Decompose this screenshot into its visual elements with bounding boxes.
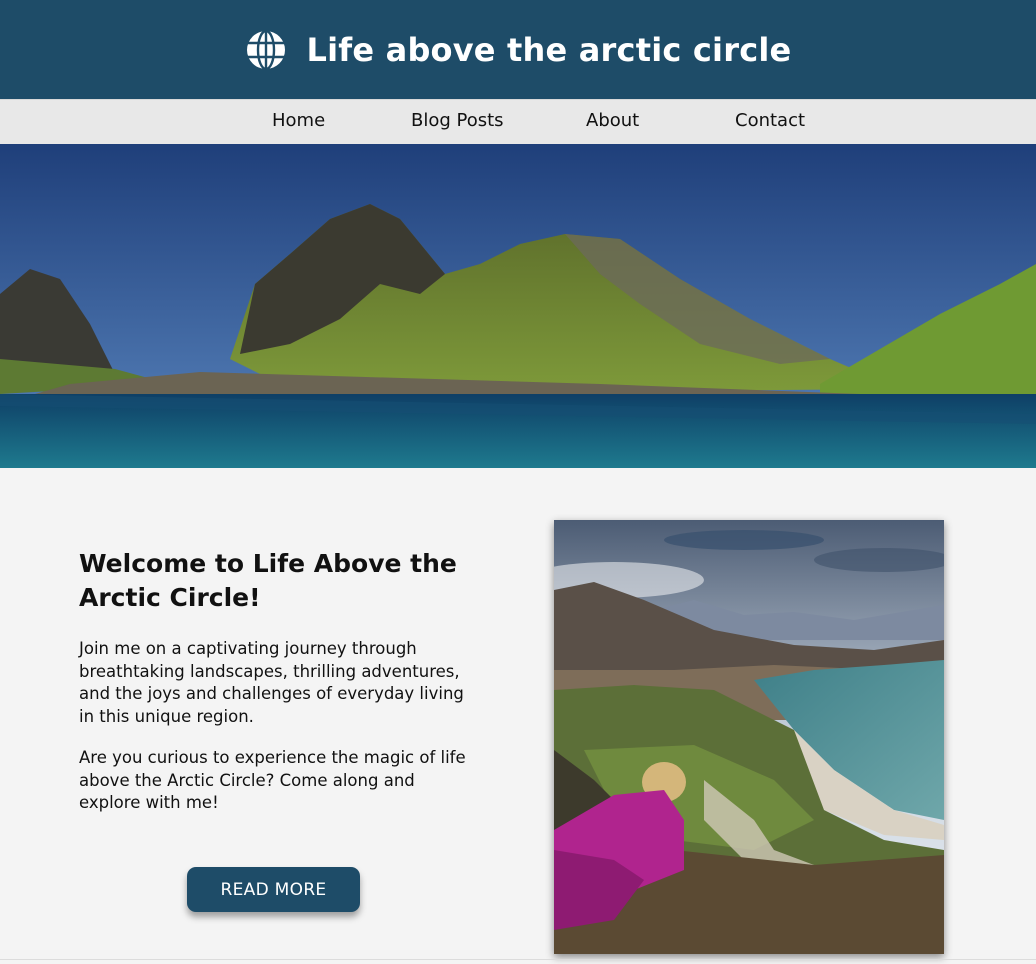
- nav-blog-posts-link[interactable]: Blog Posts: [411, 110, 504, 131]
- invite-paragraph: Are you curious to experience the magic …: [79, 748, 466, 812]
- welcome-heading: Welcome to Life Above the Arctic Circle!: [79, 549, 457, 612]
- globe-icon: [246, 29, 285, 70]
- traveler-photo: [554, 520, 944, 954]
- main-nav: Home Blog Posts About Contact: [0, 99, 1036, 144]
- nav-home-link[interactable]: Home: [272, 110, 325, 131]
- nav-about-link[interactable]: About: [586, 110, 639, 131]
- hero-image: [0, 144, 1036, 468]
- intro-paragraph: Join me on a captivating journey through…: [79, 639, 464, 726]
- footer-divider: [0, 959, 1036, 960]
- read-more-button[interactable]: READ MORE: [187, 867, 360, 912]
- site-header: Life above the arctic circle: [0, 0, 1036, 99]
- site-title: Life above the arctic circle: [306, 30, 792, 69]
- nav-contact-link[interactable]: Contact: [735, 110, 805, 131]
